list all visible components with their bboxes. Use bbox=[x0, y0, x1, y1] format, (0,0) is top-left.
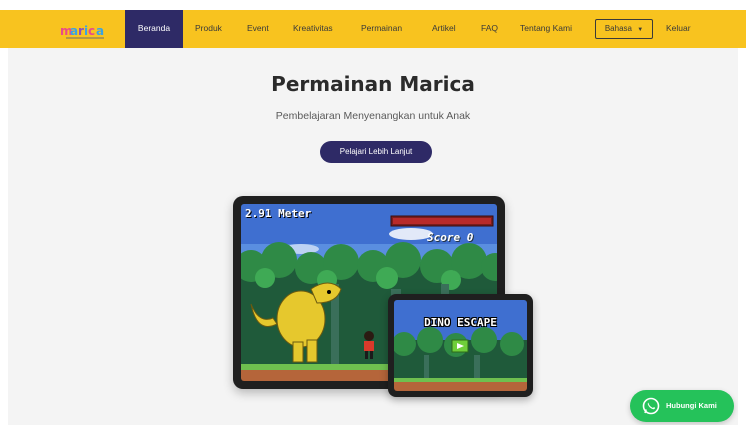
game-title: DINO ESCAPE bbox=[424, 316, 497, 329]
nav-tentang-kami[interactable]: Tentang Kami bbox=[520, 10, 572, 48]
caret-down-icon: ▼ bbox=[637, 27, 644, 33]
marica-logo[interactable]: m a r i c a bbox=[58, 21, 112, 41]
small-tablet-mockup: DINO ESCAPE bbox=[388, 294, 533, 397]
nav-event[interactable]: Event bbox=[247, 10, 269, 48]
whatsapp-icon bbox=[642, 397, 660, 415]
top-navbar: m a r i c a Beranda Produk Event Kreativ… bbox=[0, 10, 746, 48]
nav-keluar[interactable]: Keluar bbox=[666, 10, 691, 48]
nav-artikel[interactable]: Artikel bbox=[432, 10, 456, 48]
game-screenshot-small: DINO ESCAPE bbox=[394, 300, 527, 391]
nav-permainan[interactable]: Permainan bbox=[361, 10, 402, 48]
hero-subtitle: Pembelajaran Menyenangkan untuk Anak bbox=[275, 110, 471, 122]
score-readout: Score 0 bbox=[427, 231, 474, 244]
svg-text:a: a bbox=[96, 24, 104, 38]
nav-beranda[interactable]: Beranda bbox=[125, 10, 183, 48]
language-dropdown[interactable]: Bahasa ▼ bbox=[595, 19, 653, 39]
whatsapp-label: Hubungi Kami bbox=[666, 401, 717, 410]
svg-text:c: c bbox=[88, 24, 95, 38]
nav-faq[interactable]: FAQ bbox=[481, 10, 498, 48]
hero-title: Permainan Marica bbox=[271, 72, 475, 96]
whatsapp-contact-button[interactable]: Hubungi Kami bbox=[630, 390, 734, 422]
distance-readout: 2.91 Meter bbox=[245, 207, 312, 220]
svg-text:a: a bbox=[70, 24, 78, 38]
learn-more-button[interactable]: Pelajari Lebih Lanjut bbox=[320, 141, 432, 163]
language-label: Bahasa bbox=[604, 24, 632, 33]
nav-kreativitas[interactable]: Kreativitas bbox=[293, 10, 333, 48]
nav-produk[interactable]: Produk bbox=[195, 10, 222, 48]
